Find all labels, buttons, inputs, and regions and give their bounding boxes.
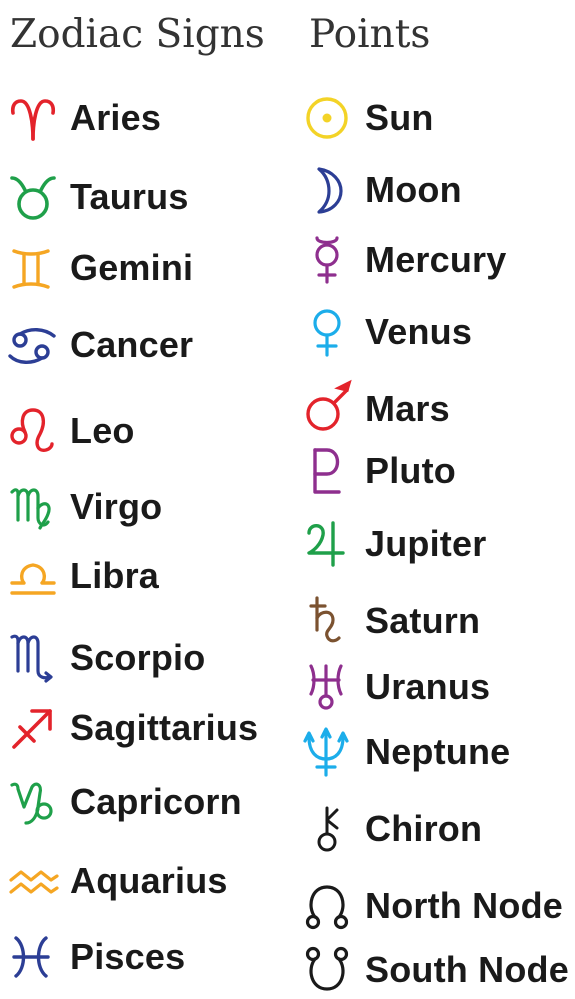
point-row-mars: Mars	[303, 379, 450, 435]
point-label: Sun	[365, 97, 434, 138]
moon-icon	[303, 164, 359, 216]
virgo-icon	[8, 481, 64, 533]
point-row-south-node: South Node	[303, 944, 569, 996]
neptune-icon	[303, 726, 359, 778]
sign-row-aquarius: Aquarius	[8, 855, 228, 907]
sagittarius-icon	[8, 702, 64, 754]
sign-row-leo: Leo	[8, 405, 135, 457]
point-row-jupiter: Jupiter	[303, 518, 486, 570]
sign-row-gemini: Gemini	[8, 242, 193, 294]
point-label: Mars	[365, 388, 450, 429]
venus-icon	[303, 306, 359, 358]
sign-row-aries: Aries	[8, 92, 161, 144]
point-row-uranus: Uranus	[303, 661, 490, 713]
saturn-icon	[303, 595, 359, 647]
cancer-icon	[8, 319, 64, 371]
sign-row-capricorn: Capricorn	[8, 776, 242, 828]
point-label: South Node	[365, 949, 569, 990]
sign-row-virgo: Virgo	[8, 481, 162, 533]
sign-row-sagittarius: Sagittarius	[8, 702, 258, 754]
point-row-north-node: North Node	[303, 880, 563, 932]
point-row-saturn: Saturn	[303, 595, 480, 647]
point-row-mercury: Mercury	[303, 234, 506, 286]
gemini-icon	[8, 242, 64, 294]
point-label: Uranus	[365, 666, 491, 707]
sign-row-scorpio: Scorpio	[8, 632, 205, 684]
taurus-icon	[8, 171, 64, 223]
sign-label: Libra	[70, 555, 160, 596]
jupiter-icon	[303, 518, 359, 570]
aquarius-icon	[8, 855, 64, 907]
point-row-sun: Sun	[303, 92, 434, 144]
sign-label: Leo	[70, 410, 135, 451]
point-row-venus: Venus	[303, 306, 472, 358]
point-row-pluto: Pluto	[303, 445, 456, 497]
uranus-icon	[303, 661, 359, 713]
point-label: North Node	[365, 885, 563, 926]
point-label: Moon	[365, 169, 462, 210]
point-label: Mercury	[365, 239, 507, 280]
scorpio-icon	[8, 632, 64, 684]
zodiac-signs-heading: Zodiac Signs	[10, 12, 265, 57]
sign-label: Sagittarius	[70, 707, 259, 748]
point-row-moon: Moon	[303, 164, 462, 216]
sign-row-cancer: Cancer	[8, 319, 193, 371]
sign-label: Capricorn	[70, 781, 242, 822]
sign-label: Aries	[70, 97, 162, 138]
sign-row-pisces: Pisces	[8, 931, 185, 983]
south-node-icon	[303, 944, 359, 996]
mars-icon	[303, 379, 359, 435]
sign-label: Pisces	[70, 936, 186, 977]
sun-icon	[303, 92, 359, 144]
point-label: Jupiter	[365, 523, 487, 564]
pluto-icon	[303, 445, 359, 497]
point-label: Neptune	[365, 731, 511, 772]
sign-label: Cancer	[70, 324, 194, 365]
pisces-icon	[8, 931, 64, 983]
sign-label: Scorpio	[70, 637, 206, 678]
sign-row-taurus: Taurus	[8, 171, 189, 223]
point-label: Pluto	[365, 450, 456, 491]
sign-label: Virgo	[70, 486, 163, 527]
mercury-icon	[303, 234, 359, 286]
capricorn-icon	[8, 776, 64, 828]
leo-icon	[8, 405, 64, 457]
north-node-icon	[303, 880, 359, 932]
point-label: Chiron	[365, 808, 483, 849]
point-label: Saturn	[365, 600, 481, 641]
sign-row-libra: Libra	[8, 550, 159, 602]
point-row-neptune: Neptune	[303, 726, 510, 778]
point-row-chiron: Chiron	[303, 803, 482, 855]
libra-icon	[8, 550, 64, 602]
chiron-icon	[303, 803, 359, 855]
aries-icon	[8, 92, 64, 144]
points-heading: Points	[309, 12, 431, 57]
sign-label: Aquarius	[70, 860, 228, 901]
point-label: Venus	[365, 311, 473, 352]
sign-label: Taurus	[70, 176, 189, 217]
sign-label: Gemini	[70, 247, 194, 288]
